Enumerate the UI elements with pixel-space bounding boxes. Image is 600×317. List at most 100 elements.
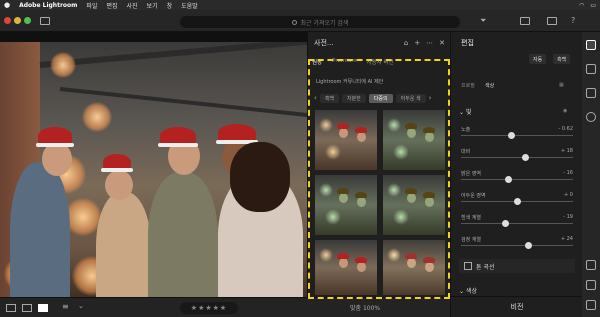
chip-dark[interactable]: 어두운 색 (395, 93, 426, 103)
detail-view-icon[interactable] (38, 304, 48, 312)
shadows-slider[interactable]: 어두운 영역 + 0 (461, 192, 573, 205)
chip-multi[interactable]: 다중의 (368, 93, 393, 103)
preset-thumbnail[interactable] (315, 175, 377, 235)
info-icon[interactable] (586, 260, 596, 270)
more-icon[interactable]: ⋯ (426, 39, 433, 47)
highlights-slider[interactable]: 밝은 영역 - 16 (461, 170, 573, 183)
presets-header: 사전... ⌂ + ⋯ ✕ (308, 32, 451, 54)
blacks-slider[interactable]: 검정 계열 + 24 (461, 236, 573, 249)
minimize-window-button[interactable] (14, 17, 21, 24)
chevron-right-icon[interactable]: › (429, 94, 432, 102)
santa-hat (216, 124, 258, 144)
auto-button[interactable]: 자동 (529, 54, 547, 64)
slider-label: 흰색 계열 (461, 215, 481, 221)
preset-thumbnail[interactable] (383, 175, 445, 235)
bottom-toolbar: ≡ ⌄ ★★★★★ 맞춤 100% (0, 297, 450, 317)
apple-icon[interactable]: ● (4, 1, 10, 9)
edit-panel: 편집 자동 흑백 프로필 색상 ▦ ⌄ 빛 ◉ 노출 - 0.62 대비 + 1… (450, 32, 583, 317)
slider-value[interactable]: - 19 (563, 214, 573, 220)
preset-thumbnail-grid (315, 110, 445, 295)
slider-value[interactable]: + 18 (561, 148, 573, 154)
slider-value[interactable]: + 0 (564, 192, 573, 198)
slider-value[interactable]: - 0.62 (558, 126, 573, 132)
menu-help[interactable]: 도움말 (181, 1, 198, 10)
chip-bw[interactable]: 흑백 (319, 93, 340, 103)
slider-knob[interactable] (522, 154, 530, 161)
preset-thumbnail[interactable] (315, 240, 377, 295)
menubar-status: ◠ ▭ (579, 2, 596, 9)
keyword-icon[interactable] (586, 280, 596, 290)
whites-slider[interactable]: 흰색 계열 - 19 (461, 214, 573, 227)
square-grid-icon[interactable] (22, 304, 32, 312)
cloud-icon[interactable] (547, 17, 557, 25)
menu-edit[interactable]: 편집 (106, 1, 117, 10)
slider-track (461, 135, 573, 136)
menu-file[interactable]: 파일 (86, 1, 97, 10)
menu-view[interactable]: 보기 (147, 1, 158, 10)
edit-sliders-icon[interactable] (586, 40, 596, 50)
contrast-slider[interactable]: 대비 + 18 (461, 148, 573, 161)
chevron-left-icon[interactable]: ‹ (314, 94, 317, 102)
import-icon[interactable]: ⌂ (404, 39, 408, 47)
slider-knob[interactable] (513, 198, 521, 205)
masking-icon[interactable] (586, 112, 596, 122)
tab-recommended[interactable]: 권장 (312, 58, 322, 68)
sidebar-toggle-icon[interactable] (40, 17, 50, 25)
wifi-icon[interactable]: ◠ (579, 2, 584, 9)
profile-browse-icon[interactable]: ▦ (559, 82, 564, 88)
tab-user[interactable]: 사용자 버전 (367, 58, 394, 68)
chip-calm[interactable]: 차분한 (342, 93, 366, 103)
help-icon[interactable]: ? (571, 16, 575, 25)
close-icon[interactable]: ✕ (439, 39, 445, 47)
preset-thumbnail[interactable] (383, 240, 445, 295)
filter-icon[interactable]: ⏷ (480, 16, 486, 26)
preset-thumbnail[interactable] (383, 110, 445, 170)
add-icon[interactable]: + (414, 39, 420, 47)
photo-canvas[interactable] (0, 32, 307, 297)
chevron-down-icon[interactable]: ⌄ (78, 302, 84, 310)
star-rating[interactable]: ★★★★★ (180, 302, 238, 314)
chevron-down-icon: ⌄ (459, 109, 465, 116)
presets-header-icons: ⌂ + ⋯ ✕ (404, 39, 445, 47)
slider-track (461, 157, 573, 158)
tab-premium[interactable]: Premium (332, 58, 356, 68)
menubar: ● Adobe Lightroom 파일 편집 사진 보기 창 도움말 ◠ ▭ (0, 0, 600, 10)
close-window-button[interactable] (4, 17, 11, 24)
eye-icon[interactable]: ◉ (563, 108, 567, 114)
slider-knob[interactable] (502, 220, 510, 227)
grid-view-icon[interactable] (6, 304, 16, 312)
app-name[interactable]: Adobe Lightroom (19, 2, 77, 9)
preset-thumbnail[interactable] (315, 110, 377, 170)
menu-photo[interactable]: 사진 (127, 1, 138, 10)
menu-window[interactable]: 창 (167, 1, 173, 10)
maximize-window-button[interactable] (24, 17, 31, 24)
slider-knob[interactable] (524, 242, 532, 249)
slider-value[interactable]: - 16 (563, 170, 573, 176)
share-icon[interactable] (520, 17, 530, 25)
battery-icon[interactable]: ▭ (590, 2, 596, 9)
tone-curve-label: 톤 곡선 (476, 263, 495, 271)
slider-knob[interactable] (504, 176, 512, 183)
exposure-slider[interactable]: 노출 - 0.62 (461, 126, 573, 139)
compare-button[interactable]: 비전 (451, 296, 583, 317)
curve-icon (464, 262, 472, 270)
zoom-level[interactable]: 맞춤 100% (350, 303, 380, 312)
search-input[interactable]: 최근 가져오기 검색 (180, 16, 460, 28)
slider-value[interactable]: + 24 (561, 236, 573, 242)
color-section-label: 색상 (465, 288, 477, 295)
color-section-header[interactable]: ⌄ 색상 (459, 286, 477, 295)
bokeh-light (50, 52, 76, 78)
comment-icon[interactable] (586, 300, 596, 310)
light-section-header[interactable]: ⌄ 빛 (459, 107, 471, 116)
presets-panel: 사전... ⌂ + ⋯ ✕ 권장 Premium 사용자 버전 Lightroo… (307, 32, 450, 297)
profile-value[interactable]: 색상 (485, 82, 494, 89)
crop-icon[interactable] (586, 64, 596, 74)
sort-icon[interactable]: ≡ (62, 302, 69, 311)
slider-knob[interactable] (507, 132, 515, 139)
bw-button[interactable]: 흑백 (553, 54, 571, 64)
tone-curve-button[interactable]: 톤 곡선 (459, 259, 575, 273)
tool-rail (582, 32, 600, 317)
person-left (10, 162, 70, 297)
healing-brush-icon[interactable] (586, 88, 596, 98)
slider-label: 밝은 영역 (461, 171, 481, 177)
